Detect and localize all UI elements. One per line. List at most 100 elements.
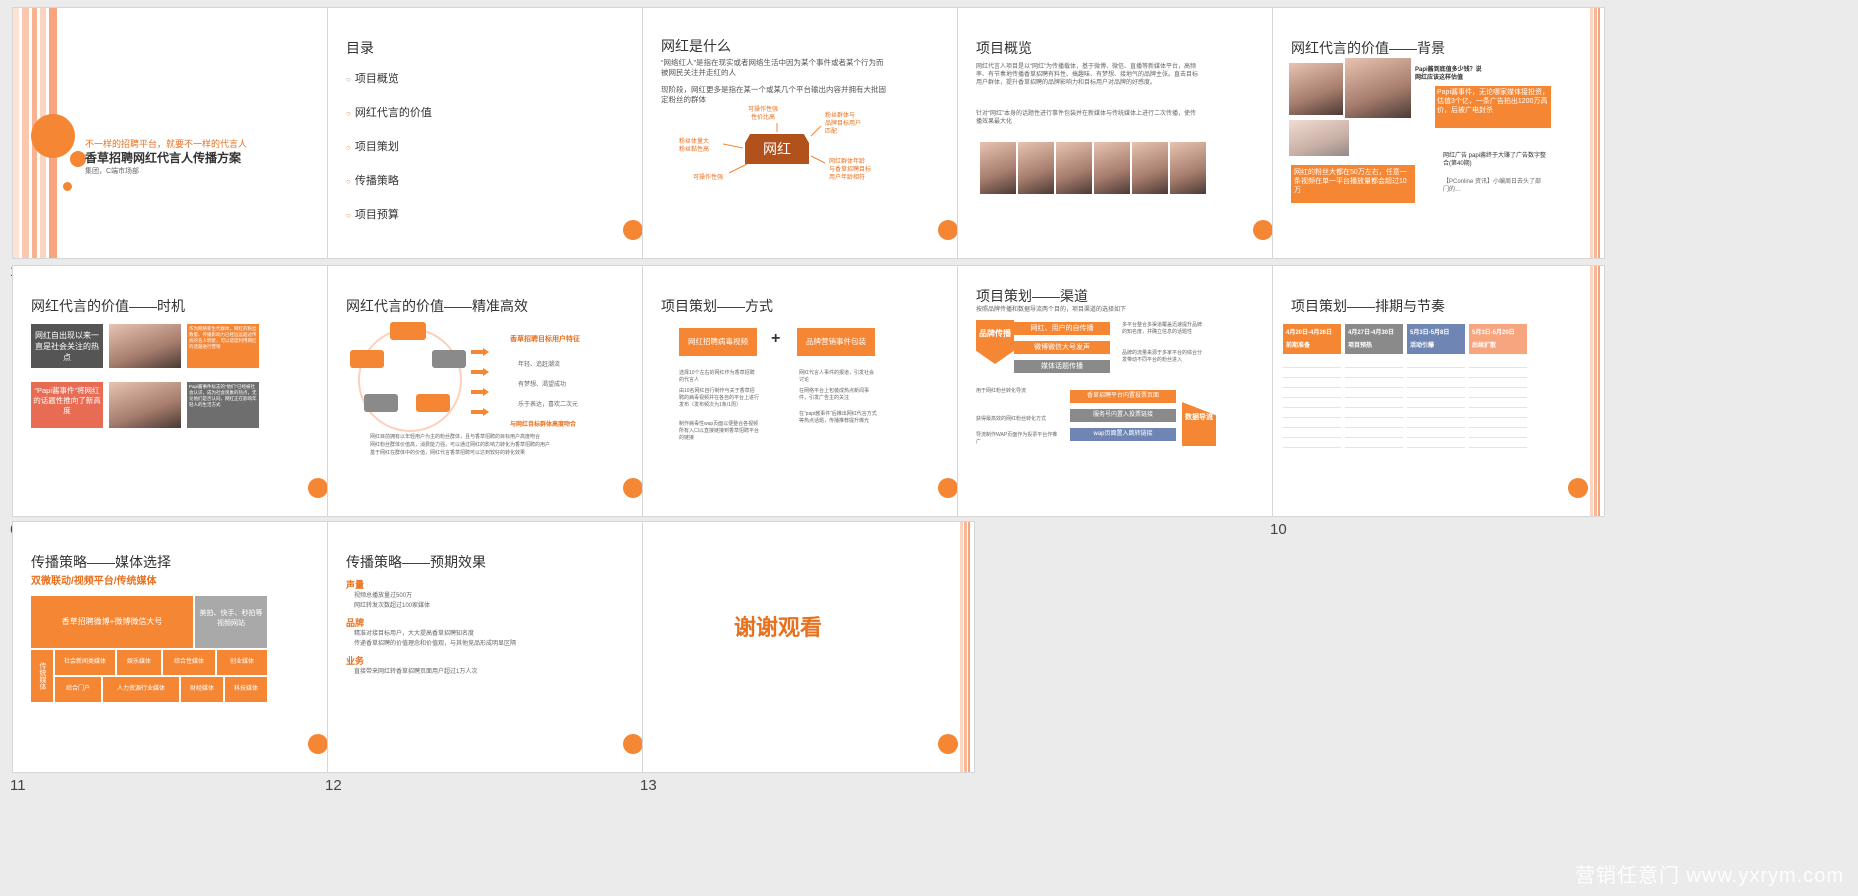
channel-box: wap页面置入跳转链接	[1070, 428, 1176, 441]
slide-thumbnail-3[interactable]: 网红是什么 “网络红人”是指在现实或者网络生活中因为某个事件或者某个行为而被网民…	[640, 7, 975, 280]
decor-dot	[623, 220, 643, 240]
cycle-node	[390, 322, 426, 340]
headline: Papi酱到底值多少钱？说网红应该这样估值	[1415, 67, 1482, 81]
tag-brand: 品牌传播	[976, 320, 1014, 364]
phase-date: 4月27日-4月30日	[1348, 330, 1395, 336]
channel-box: 媒体话题传播	[1014, 360, 1110, 373]
toc-list: 项目概览 网红代言的价值 项目策划 传播策略 项目预算	[346, 70, 432, 240]
slide-title: 目录	[346, 40, 374, 56]
channel-box: 网红、用户的自传播	[1014, 322, 1110, 335]
toc-item: 项目预算	[346, 206, 432, 222]
media-cell: 娱乐媒体	[117, 650, 161, 675]
media-block-main: 香草招聘微博+微博微信大号	[31, 596, 193, 648]
section-heading: 声量	[346, 580, 365, 590]
note: 导流制作WAP页面作为投票平台作推广	[976, 432, 1058, 445]
phase-name: 前期准备	[1286, 343, 1311, 349]
bullet: 传递香草招聘的价值理念和价值观，与其他竞品形成明显区隔	[354, 641, 517, 647]
slide-title: 香草招聘网红代言人传播方案	[85, 151, 242, 165]
subtitle: 按照品牌传播和数据导流两个目的，项目渠道的选择如下	[976, 307, 1127, 313]
cycle-node	[432, 350, 466, 368]
slide-number: 12	[325, 777, 342, 794]
slide-title: 项目概览	[976, 40, 1032, 56]
toc-item: 项目概览	[346, 70, 432, 86]
bullet: 基于网红在群体中的价值，网红代言香草招聘可以达到较好的转化效果	[370, 450, 526, 456]
decor-dot	[1253, 220, 1273, 240]
photo	[1056, 142, 1092, 194]
audience-item: 乐于表达，喜欢二次元	[518, 402, 579, 408]
phase-name: 后续扩散	[1472, 343, 1497, 349]
phase-name: 活动引爆	[1410, 343, 1435, 349]
slide-number: 11	[10, 777, 26, 794]
slide-thumbnail-2[interactable]: 目录 项目概览 网红代言的价值 项目策划 传播策略 项目预算 2	[325, 7, 660, 280]
bullet: 视频总播放量过500万	[354, 593, 413, 599]
tag-traffic: 数据导流	[1182, 402, 1216, 446]
bullet: 直接带来网红转香草招聘页面用户超过1万人次	[354, 669, 478, 675]
slide-thumbnail-11[interactable]: 传播策略——媒体选择 双微联动/视频平台/传统媒体 香草招聘微博+微博微信大号 …	[10, 521, 345, 794]
slide-thumbnail-9[interactable]: 项目策划——渠道 按照品牌传播和数据导流两个目的，项目渠道的选择如下 品牌传播 …	[955, 265, 1290, 538]
decor-dot	[623, 734, 643, 754]
callout: Papi酱事件，无论哪家媒体接投资，估值3个亿，一条广告拍出1200万高价，后被…	[1435, 86, 1551, 128]
phase-header: 5月3日-5月20日 后续扩散	[1469, 324, 1527, 354]
slide-title: 网红代言的价值——时机	[31, 298, 185, 314]
media-cell: 社会新闻类媒体	[55, 650, 115, 675]
slide-thumbnail-4[interactable]: 项目概览 网红代言人项目是以“网红”为传播载体，基于微博、微信、直播等新媒体平台…	[955, 7, 1290, 280]
bullet: 在网络平台上包装成热点新闻事件，引发广告主的关注	[799, 388, 870, 401]
paragraph: 针对“网红”本身的话题性进行事件包装并在新媒体与传统媒体上进行二次传播，使传播效…	[976, 111, 1196, 125]
phase-name: 项目预热	[1348, 343, 1373, 349]
photo	[1018, 142, 1054, 194]
slide-thumbnail-1[interactable]: 不一样的招聘平台，就要不一样的代言人 香草招聘网红代言人传播方案 集团，C端市场…	[10, 7, 345, 280]
callout: 网红的粉丝大都在50万左右，任意一条视频在单一平台播放量都会超过10万	[1291, 165, 1415, 203]
slide-thumbnail-8[interactable]: 项目策划——方式 网红招聘病毒视频 + 品牌营销事件包装 选择10个左右的网红作…	[640, 265, 975, 538]
media-cell: 创业媒体	[217, 650, 267, 675]
slide-title: 网红代言的价值——背景	[1291, 40, 1445, 56]
plus-sign: +	[771, 330, 781, 347]
slide-number: 10	[1270, 521, 1287, 538]
phase-date: 5月3日-5月20日	[1472, 330, 1515, 336]
toc-item: 传播策略	[346, 172, 432, 188]
phase-header: 4月20日-4月26日 前期准备	[1283, 324, 1341, 354]
bullet: 网红代言人事件的报道，引发社会讨论	[799, 370, 875, 383]
bullet: 网红目前拥有以年轻用户为主的粉丝群体，且与香草招聘的目标用户高度吻合	[370, 434, 541, 440]
decor-dot	[308, 478, 328, 498]
headline: 网红广告 papi酱终于大赚了广告数字整合(第40期)	[1443, 153, 1547, 167]
bullet: 精准对接目标用户，大大提高香草招聘知名度	[354, 631, 475, 637]
phase-header: 4月27日-4月30日 项目预热	[1345, 324, 1403, 354]
bullet: 选择10个左右的网红作为香草招聘的代言人	[679, 370, 755, 383]
toc-item: 网红代言的价值	[346, 104, 432, 120]
media-cell: 人力资源行业媒体	[103, 677, 179, 702]
slide-thumbnail-6[interactable]: 网红代言的价值——时机 网红自出现以来一直是社会关注的热点 作为网络新生代群体，…	[10, 265, 345, 538]
decor-dot	[1568, 478, 1588, 498]
photo	[1289, 120, 1349, 156]
decor-dot	[938, 734, 958, 754]
slide-title: 传播策略——预期效果	[346, 554, 486, 570]
media-cell: 综合性媒体	[163, 650, 215, 675]
phase-content	[1283, 358, 1341, 453]
note-box: 作为网络新生代群体，网红的粉丝数量、传播影响力已经远远超过传统的名人明星，可以适…	[187, 324, 259, 368]
fact-box: “Papi酱事件”将网红的话题性推向了新高度	[31, 382, 103, 428]
media-cell: 财经媒体	[181, 677, 223, 702]
bullet: 网红转发次数超过100家媒体	[354, 603, 431, 609]
media-cell: 综合门户	[55, 677, 101, 702]
photo	[1170, 142, 1206, 194]
slide-thumbnail-7[interactable]: 网红代言的价值——精准高效 香草招聘目标用户特征 年轻、追赶潮流 有梦想、渴望成…	[325, 265, 660, 538]
slide-thumbnail-10[interactable]: 项目策划——排期与节奏 4月20日-4月26日 前期准备 4月27日-4月30日项…	[1270, 265, 1605, 538]
audience-item: 年轻、追赶潮流	[518, 362, 561, 368]
bullet: 网红粉丝群体价值高，消费能力强，可以通过网红的影响力转化为香草招聘的用户	[370, 442, 551, 448]
toc-item: 项目策划	[346, 138, 432, 154]
photo	[109, 382, 181, 428]
arrows	[722, 123, 826, 174]
decor-dot	[308, 734, 328, 754]
method-box: 网红招聘病毒视频	[679, 328, 757, 356]
photo	[1094, 142, 1130, 194]
decor-circle-large	[31, 114, 75, 158]
media-block-traditional: 传统媒体	[31, 650, 53, 702]
channel-box: 香草招聘平台内置投票页面	[1070, 390, 1176, 403]
slide-thumbnail-12[interactable]: 传播策略——预期效果 声量 视频总播放量过500万 网红转发次数超过100家媒体…	[325, 521, 660, 794]
photo	[980, 142, 1016, 194]
slide-thumbnail-5[interactable]: 网红代言的价值——背景 Papi酱到底值多少钱？说网红应该这样估值 Papi酱事…	[1270, 7, 1605, 280]
note: 用于网红粉丝转化导流	[976, 388, 1027, 394]
audience-item: 有梦想、渴望成功	[518, 382, 567, 388]
slide-thumbnail-13[interactable]: 谢谢观看 13	[640, 521, 975, 794]
phase-content	[1469, 358, 1527, 453]
bullet: 由10名网红自行制作与关于香草招聘的病毒视频并在各自的平台上进行发布（发布频次为…	[679, 388, 760, 408]
